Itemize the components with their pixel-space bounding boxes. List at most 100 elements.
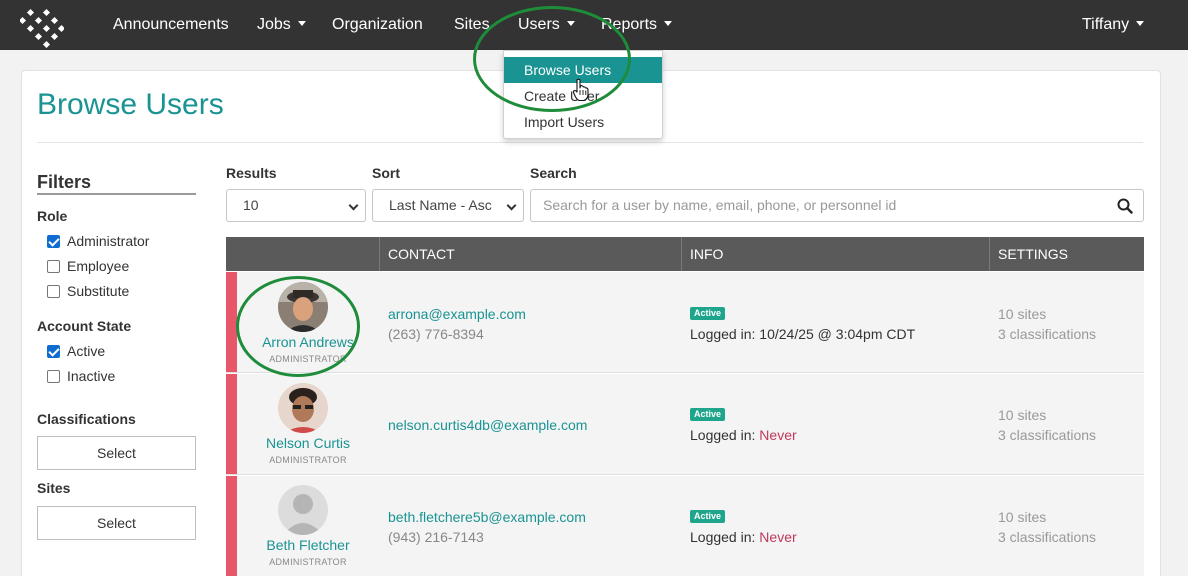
status-badge: Active [690, 510, 726, 523]
top-navbar: Announcements Jobs Organization Sites Us… [0, 0, 1188, 50]
status-badge: Active [690, 307, 726, 320]
user-email-link[interactable]: beth.fletchere5b@example.com [388, 509, 586, 525]
row-status-flag [226, 476, 237, 576]
user-menu[interactable]: Tiffany [1082, 0, 1145, 50]
nav-jobs[interactable]: Jobs [257, 0, 306, 50]
user-phone: (263) 776-8394 [388, 326, 484, 342]
results-label: Results [226, 165, 277, 181]
results-select[interactable]: 10 [226, 189, 366, 222]
user-role: ADMINISTRATOR [269, 354, 347, 364]
avatar[interactable] [278, 383, 328, 433]
nav-announcements[interactable]: Announcements [113, 0, 229, 50]
login-label: Logged in: [690, 427, 756, 443]
menu-item-import-users[interactable]: Import Users [504, 109, 662, 135]
app-logo-icon[interactable] [20, 6, 64, 48]
header-settings: SETTINGS [989, 237, 1144, 271]
search-icon[interactable] [1117, 198, 1133, 214]
nav-label: Organization [332, 16, 423, 33]
user-photo-icon [278, 282, 328, 332]
role-administrator-checkbox[interactable]: Administrator [47, 232, 149, 250]
avatar[interactable] [278, 282, 328, 332]
role-employee-checkbox[interactable]: Employee [47, 257, 129, 275]
sites-count: 10 sites [998, 306, 1047, 322]
checkbox-checked-icon[interactable] [47, 234, 60, 248]
checkbox-label: Inactive [67, 368, 116, 384]
checkbox-label: Administrator [67, 233, 150, 249]
login-label: Logged in: [690, 529, 756, 545]
nav-organization[interactable]: Organization [332, 0, 423, 50]
login-value: Never [759, 529, 797, 545]
role-label: Role [37, 208, 68, 224]
user-email-link[interactable]: nelson.curtis4db@example.com [388, 417, 587, 433]
caret-down-icon [664, 21, 673, 27]
last-login: Logged in: Never [690, 427, 797, 443]
checkbox-label: Employee [67, 258, 130, 274]
login-value: Never [759, 427, 797, 443]
nav-label: Users [518, 16, 560, 33]
table-row[interactable]: Beth Fletcher ADMINISTRATOR beth.fletche… [226, 476, 1144, 576]
checkbox-label: Substitute [67, 283, 130, 299]
user-name-link[interactable]: Nelson Curtis [237, 435, 379, 451]
header-info: INFO [681, 237, 989, 271]
sort-value: Last Name - Asc [389, 197, 492, 213]
hand-pointer-icon [572, 78, 589, 102]
nav-label: Jobs [257, 16, 291, 33]
user-email-link[interactable]: arrona@example.com [388, 306, 526, 322]
classifications-count: 3 classifications [998, 427, 1097, 443]
nav-label: Sites [454, 16, 490, 33]
checkbox-icon[interactable] [47, 259, 60, 273]
chevron-down-icon [348, 200, 359, 211]
table-row[interactable]: Arron Andrews ADMINISTRATOR arrona@examp… [226, 272, 1144, 373]
checkbox-icon[interactable] [47, 369, 60, 383]
filters-divider [37, 193, 196, 195]
user-name-link[interactable]: Arron Andrews [237, 334, 379, 350]
nav-label: Announcements [113, 16, 229, 33]
table-row[interactable]: Nelson Curtis ADMINISTRATOR nelson.curti… [226, 374, 1144, 475]
login-label: Logged in: [690, 326, 756, 342]
chevron-down-icon [506, 200, 517, 211]
user-role: ADMINISTRATOR [269, 557, 347, 567]
last-login: Logged in: 10/24/25 @ 3:04pm CDT [690, 326, 915, 342]
caret-down-icon [1136, 21, 1145, 27]
avatar[interactable] [278, 485, 328, 535]
sites-label: Sites [37, 480, 71, 496]
checkbox-checked-icon[interactable] [47, 344, 60, 358]
nav-label: Reports [601, 16, 658, 33]
nav-reports[interactable]: Reports [601, 0, 673, 50]
header-contact: CONTACT [379, 237, 681, 271]
row-status-flag [226, 272, 237, 372]
nav-users[interactable]: Users [518, 0, 575, 50]
state-inactive-checkbox[interactable]: Inactive [47, 367, 115, 385]
state-active-checkbox[interactable]: Active [47, 342, 105, 360]
sort-label: Sort [372, 165, 400, 181]
sites-select-button[interactable]: Select [37, 506, 196, 540]
role-substitute-checkbox[interactable]: Substitute [47, 282, 129, 300]
table-header: CONTACT INFO SETTINGS [226, 237, 1144, 271]
user-name: Tiffany [1082, 16, 1130, 33]
sort-select[interactable]: Last Name - Asc [372, 189, 524, 222]
results-value: 10 [243, 197, 259, 213]
filters-title: Filters [37, 172, 92, 192]
user-phone: (943) 216-7143 [388, 529, 484, 545]
row-status-flag [226, 374, 237, 474]
classifications-select-button[interactable]: Select [37, 436, 196, 470]
sites-count: 10 sites [998, 509, 1047, 525]
last-login: Logged in: Never [690, 529, 797, 545]
search-placeholder: Search for a user by name, email, phone,… [543, 197, 897, 213]
search-label: Search [530, 165, 577, 181]
checkbox-icon[interactable] [47, 284, 60, 298]
nav-sites[interactable]: Sites [454, 0, 490, 50]
caret-down-icon [566, 21, 575, 27]
title-divider [37, 142, 1143, 143]
classifications-label: Classifications [37, 411, 136, 427]
search-input[interactable]: Search for a user by name, email, phone,… [530, 189, 1144, 222]
sites-count: 10 sites [998, 407, 1047, 423]
page-title: Browse Users [37, 88, 224, 121]
login-value: 10/24/25 @ 3:04pm CDT [759, 326, 916, 342]
classifications-count: 3 classifications [998, 326, 1097, 342]
user-role: ADMINISTRATOR [269, 455, 347, 465]
user-photo-icon [278, 383, 328, 433]
default-avatar-icon [278, 485, 328, 535]
user-name-link[interactable]: Beth Fletcher [237, 537, 379, 553]
classifications-count: 3 classifications [998, 529, 1097, 545]
